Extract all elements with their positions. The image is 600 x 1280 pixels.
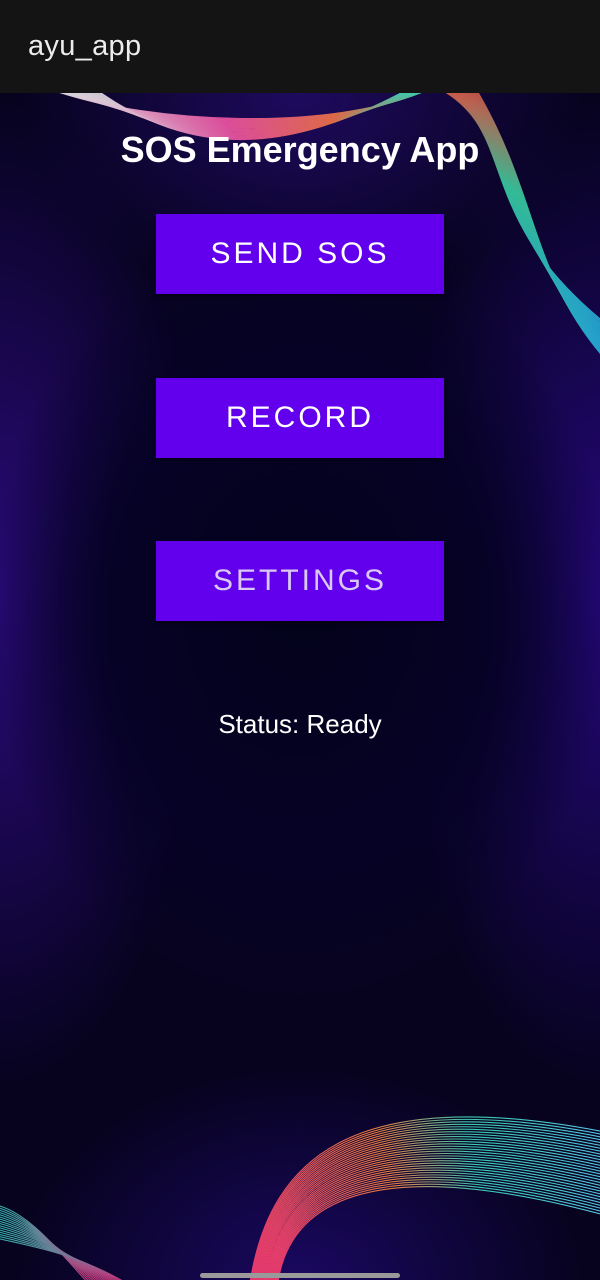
- screen: ayu_app SOS Emergency App SEND SOS RECOR…: [0, 0, 600, 1280]
- record-button[interactable]: RECORD: [156, 378, 444, 458]
- settings-button[interactable]: SETTINGS: [156, 541, 444, 621]
- app-bar-title: ayu_app: [28, 30, 142, 62]
- send-sos-button[interactable]: SEND SOS: [156, 214, 444, 294]
- status-text: Status: Ready: [218, 709, 382, 739]
- navigation-gesture-handle[interactable]: [200, 1273, 400, 1278]
- page-title: SOS Emergency App: [120, 129, 480, 170]
- app-bar: ayu_app: [0, 0, 600, 93]
- main-content: SOS Emergency App SEND SOS RECORD SETTIN…: [0, 93, 600, 1280]
